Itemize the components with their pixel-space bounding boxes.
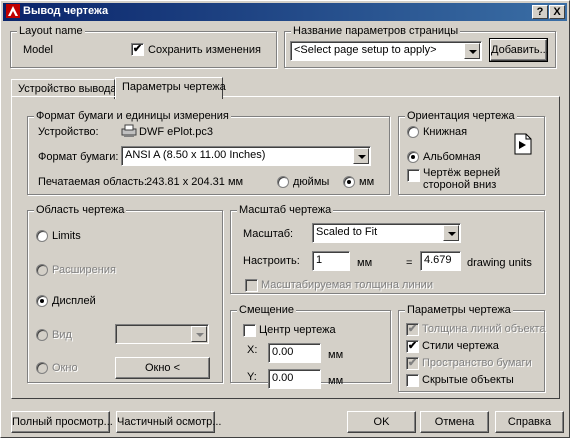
lineweights-label: Толщина линий объекта <box>422 323 546 335</box>
close-title-button[interactable]: X <box>549 5 565 19</box>
tab-plot-settings[interactable]: Параметры чертежа <box>115 77 226 99</box>
extents-radio[interactable] <box>36 264 48 276</box>
chevron-down-icon[interactable] <box>443 225 459 241</box>
landscape-label: Альбомная <box>423 151 481 163</box>
center-plot-checkbox[interactable] <box>243 324 256 337</box>
view-label: Вид <box>52 329 72 341</box>
extents-label: Расширения <box>52 264 116 276</box>
display-label: Дисплей <box>52 295 96 307</box>
x-offset-label: X: <box>247 344 258 356</box>
scale-lineweights-checkbox[interactable] <box>245 279 258 292</box>
device-value: DWF ePlot.pc3 <box>139 126 213 138</box>
plot-options-group-label: Параметры чертежа <box>405 304 513 316</box>
scale-lineweights-label: Масштабируемая толщина линии <box>261 279 433 291</box>
view-select[interactable] <box>115 324 209 344</box>
view-radio[interactable] <box>36 329 48 341</box>
printable-area-value: 243.81 x 204.31 мм <box>146 176 244 188</box>
hide-objects-label: Скрытые объекты <box>422 374 514 386</box>
upside-down-label-1: Чертёж верней <box>423 167 501 179</box>
plot-styles-checkbox[interactable]: ✔ <box>406 340 419 353</box>
scale-select[interactable]: Scaled to Fit <box>312 223 461 243</box>
cancel-button[interactable]: Отмена <box>420 411 489 433</box>
upside-down-checkbox[interactable] <box>407 169 420 182</box>
layout-name-value: Model <box>23 44 53 56</box>
custom-scale-drawing-field[interactable]: 4.679 <box>420 251 461 271</box>
chevron-down-icon[interactable] <box>191 326 207 342</box>
x-offset-field[interactable]: 0.00 <box>268 343 321 363</box>
y-offset-field[interactable]: 0.00 <box>268 369 321 389</box>
partial-preview-button[interactable]: Частичный осмотр... <box>116 411 221 433</box>
plot-styles-label: Стили чертежа <box>422 340 499 352</box>
equals-sign: = <box>406 257 413 269</box>
custom-scale-unit-2: drawing units <box>467 257 532 269</box>
autocad-app-icon <box>6 4 20 18</box>
custom-scale-label: Настроить: <box>243 255 300 267</box>
paper-size-value: ANSI A (8.50 x 11.00 Inches) <box>125 149 266 161</box>
scale-label: Масштаб: <box>243 228 294 240</box>
ok-button[interactable]: OK <box>347 411 416 433</box>
paper-size-select[interactable]: ANSI A (8.50 x 11.00 Inches) <box>121 146 371 166</box>
help-button[interactable]: Справка <box>495 411 564 433</box>
window-radio[interactable] <box>36 362 48 374</box>
paper-size-group-label: Формат бумаги и единицы измерения <box>34 110 231 122</box>
plotter-icon <box>121 124 137 137</box>
paperspace-last-label: Пространство бумаги <box>422 357 532 369</box>
y-offset-unit: мм <box>328 375 344 387</box>
window-label: Окно <box>52 362 78 374</box>
save-changes-checkbox[interactable]: ✔ <box>131 43 144 56</box>
hide-objects-checkbox[interactable] <box>406 374 419 387</box>
inches-radio[interactable] <box>277 176 289 188</box>
paper-size-label: Формат бумаги: <box>38 151 119 163</box>
chevron-down-icon[interactable] <box>464 43 480 59</box>
plot-dialog: Вывод чертежа ? X Layout name Model ✔ Со… <box>0 0 570 438</box>
add-page-setup-button[interactable]: Добавить... <box>489 38 549 62</box>
scale-value: Scaled to Fit <box>316 226 378 238</box>
page-setup-select[interactable]: <Select page setup to apply> <box>290 41 482 61</box>
page-setup-select-value: <Select page setup to apply> <box>294 44 437 56</box>
window-title: Вывод чертежа <box>23 5 109 17</box>
save-changes-label: Сохранить изменения <box>148 44 261 56</box>
lineweights-checkbox[interactable]: ✔ <box>406 323 419 336</box>
upside-down-label-2: стороной вниз <box>423 179 497 191</box>
plot-area-group-label: Область чертежа <box>34 204 127 216</box>
chevron-down-icon[interactable] <box>353 148 369 164</box>
limits-radio[interactable] <box>36 230 48 242</box>
help-title-button[interactable]: ? <box>532 5 548 19</box>
device-label: Устройство: <box>38 126 99 138</box>
full-preview-button[interactable]: Полный просмотр... <box>11 411 113 433</box>
y-offset-label: Y: <box>247 371 257 383</box>
display-radio[interactable] <box>36 295 48 307</box>
mm-radio[interactable] <box>343 176 355 188</box>
page-setup-group-label: Название параметров страницы <box>291 25 461 37</box>
limits-label: Limits <box>52 230 81 242</box>
portrait-radio[interactable] <box>407 126 419 138</box>
title-bar[interactable]: Вывод чертежа ? X <box>3 3 567 21</box>
printable-area-label: Печатаемая область: <box>38 176 147 188</box>
landscape-radio[interactable] <box>407 151 419 163</box>
plot-scale-group-label: Масштаб чертежа <box>237 204 334 216</box>
center-plot-label: Центр чертежа <box>259 324 336 336</box>
custom-scale-unit-1: мм <box>357 257 373 269</box>
portrait-label: Книжная <box>423 126 468 138</box>
plot-offset-group-label: Смещение <box>237 304 297 316</box>
orientation-group-label: Ориентация чертежа <box>405 110 517 122</box>
x-offset-unit: мм <box>328 349 344 361</box>
mm-label: мм <box>359 176 375 188</box>
paperspace-last-checkbox[interactable]: ✔ <box>406 357 419 370</box>
landscape-orientation-icon <box>514 133 532 155</box>
layout-name-group-label: Layout name <box>17 25 85 37</box>
inches-label: дюймы <box>293 176 330 188</box>
custom-scale-paper-field[interactable]: 1 <box>312 251 350 271</box>
window-pick-button[interactable]: Окно < <box>115 357 210 379</box>
